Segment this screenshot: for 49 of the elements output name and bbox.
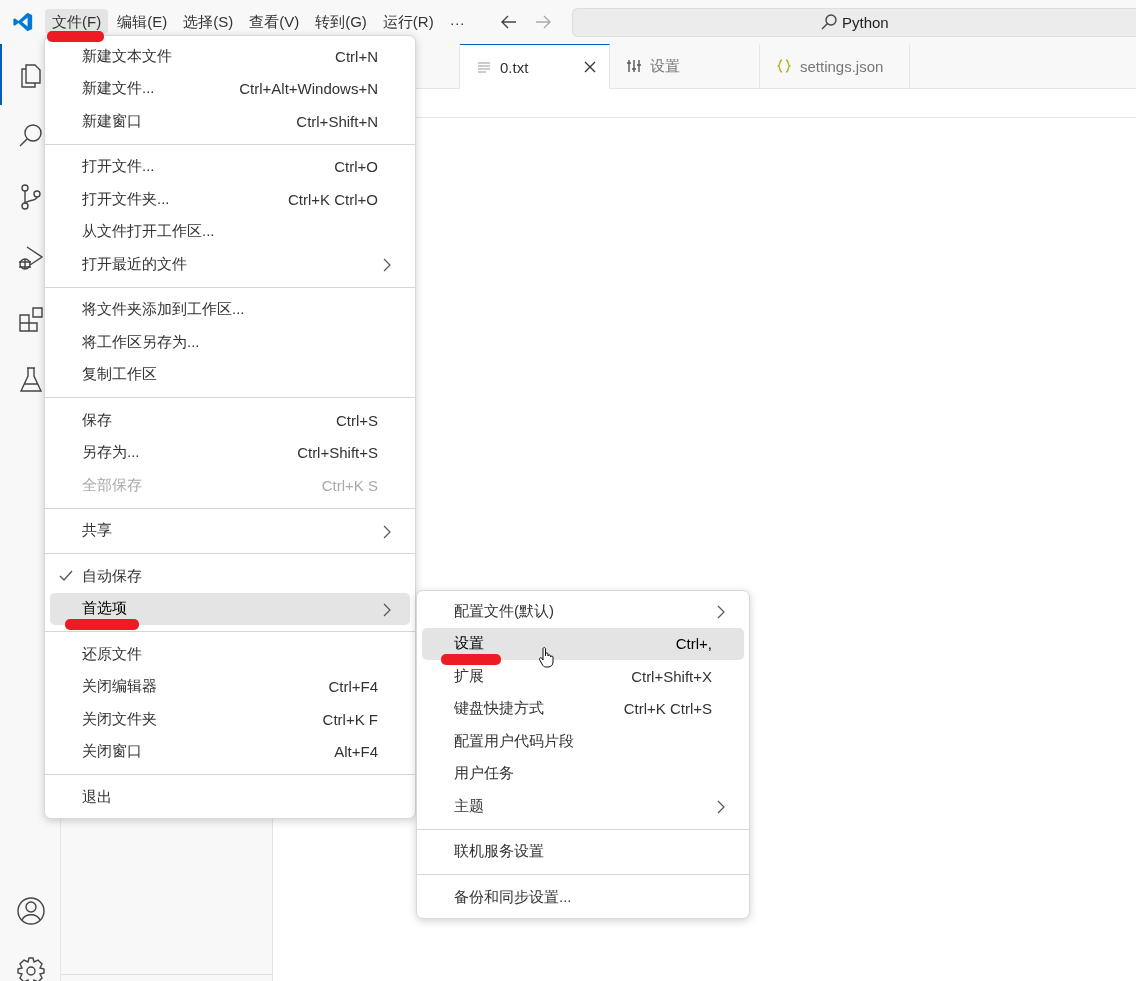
menu-item[interactable]: 打开最近的文件 bbox=[50, 248, 410, 281]
settings-icon[interactable] bbox=[15, 955, 47, 981]
editor-tab[interactable]: settings.json bbox=[760, 44, 910, 88]
search-field[interactable]: Python bbox=[571, 7, 1136, 37]
menu-item[interactable]: 键盘快捷方式 Ctrl+K Ctrl+S bbox=[422, 692, 744, 725]
editor-tab[interactable]: 0.txt bbox=[460, 44, 610, 89]
close-icon[interactable] bbox=[583, 60, 597, 74]
text-file-icon bbox=[476, 59, 492, 75]
menu-item[interactable]: 关闭窗口 Alt+F4 bbox=[50, 735, 410, 768]
menu-item[interactable]: 主题 bbox=[422, 790, 744, 823]
menu-item[interactable]: 配置用户代码片段 bbox=[422, 725, 744, 758]
menu-item[interactable]: 选择(S) bbox=[176, 8, 241, 34]
menu-item[interactable]: 复制工作区 bbox=[50, 358, 410, 391]
menu-item[interactable]: 设置 Ctrl+, bbox=[422, 627, 744, 660]
menu-item[interactable]: 打开文件夹... Ctrl+K Ctrl+O bbox=[50, 183, 410, 216]
menu-item[interactable]: 查看(V) bbox=[242, 8, 307, 34]
menu-item[interactable]: 关闭文件夹 Ctrl+K F bbox=[50, 703, 410, 736]
back-arrow-icon[interactable] bbox=[499, 13, 518, 31]
menu-item[interactable]: 文件(F) bbox=[45, 8, 109, 34]
menu-item[interactable]: 共享 bbox=[50, 514, 410, 547]
editor-tab[interactable]: 设置 bbox=[610, 44, 760, 88]
search-icon bbox=[819, 13, 838, 31]
menu-item[interactable]: 关闭编辑器 Ctrl+F4 bbox=[50, 670, 410, 703]
menu-item[interactable]: 自动保存 bbox=[50, 560, 410, 593]
menu-item[interactable]: 首选项 bbox=[50, 592, 410, 625]
account-icon[interactable] bbox=[15, 895, 47, 927]
menu-item[interactable]: 编辑(E) bbox=[110, 8, 175, 34]
menu-item[interactable]: 保存 Ctrl+S bbox=[50, 404, 410, 437]
braces-icon bbox=[776, 58, 792, 74]
menu-item[interactable]: 将文件夹添加到工作区... bbox=[50, 293, 410, 326]
app-logo-icon bbox=[12, 11, 34, 33]
menu-item[interactable]: 还原文件 bbox=[50, 638, 410, 671]
menu-item[interactable]: 退出 bbox=[50, 781, 410, 814]
menu-item[interactable]: 备份和同步设置... bbox=[422, 881, 744, 914]
menu-item[interactable]: 扩展 Ctrl+Shift+X bbox=[422, 660, 744, 693]
menu-item[interactable]: 配置文件(默认) bbox=[422, 595, 744, 628]
menu-item[interactable]: 转到(G) bbox=[308, 8, 374, 34]
menu-item[interactable]: 运行(R) bbox=[375, 8, 441, 34]
menu-item[interactable]: 新建窗口 Ctrl+Shift+N bbox=[50, 105, 410, 138]
menu-item[interactable]: 新建文本文件 Ctrl+N bbox=[50, 40, 410, 73]
menu-item[interactable]: 联机服务设置 bbox=[422, 835, 744, 868]
menu-item[interactable]: 将工作区另存为... bbox=[50, 326, 410, 359]
sliders-icon bbox=[626, 58, 642, 74]
menu-item[interactable]: ··· bbox=[442, 9, 472, 35]
menu-item[interactable]: 另存为... Ctrl+Shift+S bbox=[50, 436, 410, 469]
menu-item[interactable]: 打开文件... Ctrl+O bbox=[50, 150, 410, 183]
menu-item[interactable]: 从文件打开工作区... bbox=[50, 215, 410, 248]
menu-item[interactable]: 用户任务 bbox=[422, 757, 744, 790]
menu-item[interactable]: 新建文件... Ctrl+Alt+Windows+N bbox=[50, 72, 410, 105]
